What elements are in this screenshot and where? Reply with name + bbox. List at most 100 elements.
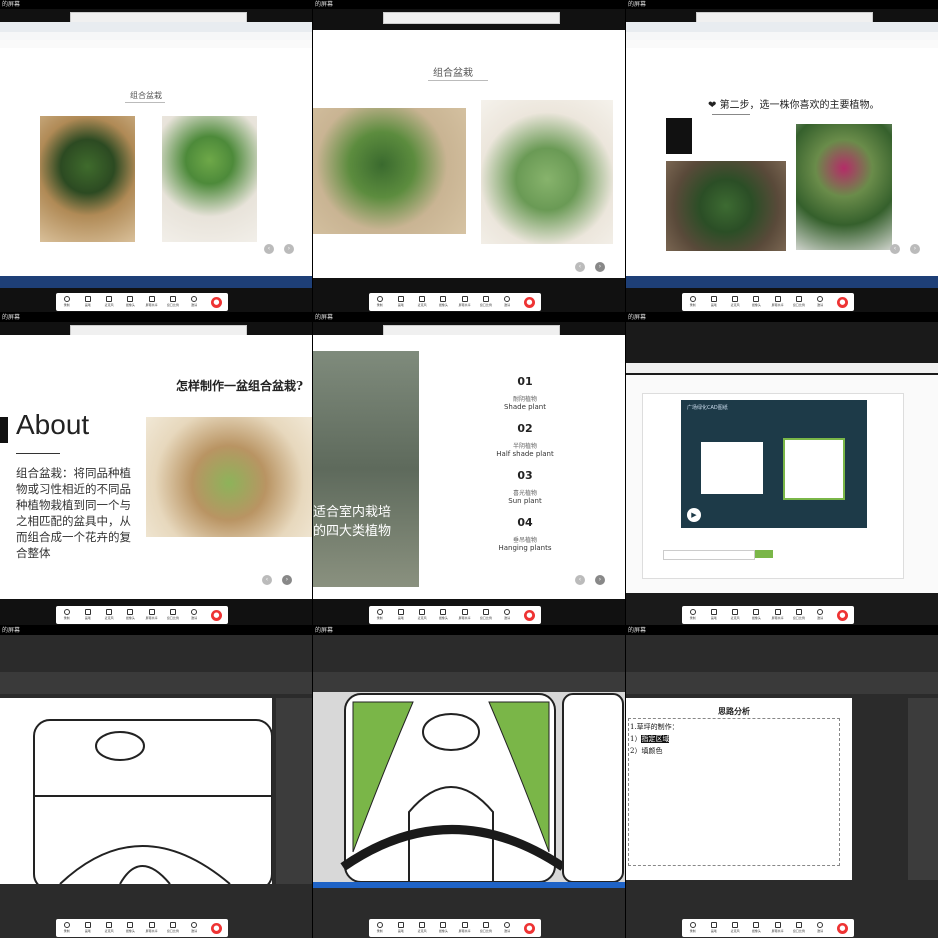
pen-icon[interactable]: 画笔 (83, 609, 92, 621)
slide: 组合盆栽 ‹ › (0, 48, 312, 276)
pen-icon[interactable]: 画笔 (83, 922, 92, 934)
end-call-button[interactable]: ● (523, 296, 535, 308)
swatches-panel[interactable] (908, 698, 938, 880)
record-icon[interactable]: 录制 (62, 296, 71, 308)
play-icon[interactable]: ▶ (687, 508, 701, 522)
camera-icon[interactable]: 摄像头 (126, 609, 135, 621)
end-call-button[interactable]: ● (210, 609, 222, 621)
pen-icon[interactable]: 画笔 (709, 609, 718, 621)
invite-icon[interactable]: 邀请 (816, 296, 825, 308)
browser-tabs[interactable] (0, 22, 312, 32)
mic-icon[interactable]: 麦克风 (105, 296, 114, 308)
next-arrow-icon[interactable]: › (910, 244, 920, 254)
address-bar[interactable] (0, 32, 312, 40)
invite-icon[interactable]: 邀请 (503, 296, 512, 308)
record-icon[interactable]: 录制 (62, 922, 71, 934)
end-call-button[interactable]: ● (836, 922, 848, 934)
invite-icon[interactable]: 邀请 (503, 609, 512, 621)
invite-icon[interactable]: 邀请 (190, 922, 199, 934)
prev-arrow-icon[interactable]: ‹ (575, 575, 585, 585)
next-arrow-icon[interactable]: › (282, 575, 292, 585)
pen-icon[interactable]: 画笔 (709, 296, 718, 308)
screen-share-icon[interactable]: 屏幕共享 (459, 609, 471, 621)
window-ratio-icon[interactable]: 窗口比例 (793, 922, 805, 934)
end-call-button[interactable]: ● (210, 296, 222, 308)
record-icon[interactable]: 录制 (375, 296, 384, 308)
camera-icon[interactable]: 摄像头 (439, 922, 448, 934)
window-ratio-icon[interactable]: 窗口比例 (480, 296, 492, 308)
camera-icon[interactable]: 摄像头 (439, 609, 448, 621)
mic-icon[interactable]: 麦克风 (731, 296, 740, 308)
end-call-button[interactable]: ● (523, 609, 535, 621)
send-button[interactable] (755, 550, 773, 558)
mic-icon[interactable]: 麦克风 (418, 609, 427, 621)
layers-panel[interactable] (276, 698, 312, 884)
camera-icon[interactable]: 摄像头 (126, 922, 135, 934)
pen-icon[interactable]: 画笔 (396, 922, 405, 934)
mic-icon[interactable]: 麦克风 (105, 609, 114, 621)
invite-icon[interactable]: 邀请 (816, 922, 825, 934)
record-icon[interactable]: 录制 (375, 922, 384, 934)
prev-arrow-icon[interactable]: ‹ (264, 244, 274, 254)
invite-icon[interactable]: 邀请 (816, 609, 825, 621)
camera-icon[interactable]: 摄像头 (752, 922, 761, 934)
mic-icon[interactable]: 麦克风 (105, 922, 114, 934)
browser-tabs[interactable] (626, 22, 938, 32)
screen-share-icon[interactable]: 屏幕共享 (772, 922, 784, 934)
end-call-button[interactable]: ● (523, 922, 535, 934)
window-ratio-icon[interactable]: 窗口比例 (793, 296, 805, 308)
browser-tabs[interactable] (626, 363, 938, 373)
photoshop-toolbar[interactable] (313, 672, 625, 692)
record-icon[interactable]: 录制 (688, 296, 697, 308)
screen-share-icon[interactable]: 屏幕共享 (772, 296, 784, 308)
screen-share-icon[interactable]: 屏幕共享 (772, 609, 784, 621)
pen-icon[interactable]: 画笔 (709, 922, 718, 934)
end-call-button[interactable]: ● (836, 609, 848, 621)
record-icon[interactable]: 录制 (375, 609, 384, 621)
pen-icon[interactable]: 画笔 (396, 609, 405, 621)
record-icon[interactable]: 录制 (688, 922, 697, 934)
next-arrow-icon[interactable]: › (595, 262, 605, 272)
window-ratio-icon[interactable]: 窗口比例 (167, 922, 179, 934)
mic-icon[interactable]: 麦克风 (731, 609, 740, 621)
screen-share-icon[interactable]: 屏幕共享 (146, 922, 158, 934)
screen-share-icon[interactable]: 屏幕共享 (146, 296, 158, 308)
mic-icon[interactable]: 麦克风 (418, 296, 427, 308)
invite-icon[interactable]: 邀请 (190, 609, 199, 621)
photoshop-toolbar[interactable] (0, 672, 312, 694)
comment-input[interactable] (663, 550, 755, 560)
address-bar[interactable] (626, 32, 938, 40)
window-ratio-icon[interactable]: 窗口比例 (480, 922, 492, 934)
pen-icon[interactable]: 画笔 (396, 296, 405, 308)
end-call-button[interactable]: ● (210, 922, 222, 934)
next-arrow-icon[interactable]: › (284, 244, 294, 254)
prev-arrow-icon[interactable]: ‹ (890, 244, 900, 254)
screen-share-icon[interactable]: 屏幕共享 (146, 609, 158, 621)
invite-icon[interactable]: 邀请 (503, 922, 512, 934)
record-icon[interactable]: 录制 (688, 609, 697, 621)
next-arrow-icon[interactable]: › (595, 575, 605, 585)
video-player[interactable]: 广场绿化CAD图纸 ▶ (681, 400, 867, 528)
screen-share-icon[interactable]: 屏幕共享 (459, 296, 471, 308)
end-call-button[interactable]: ● (836, 296, 848, 308)
window-ratio-icon[interactable]: 窗口比例 (167, 296, 179, 308)
window-ratio-icon[interactable]: 窗口比例 (480, 609, 492, 621)
prev-arrow-icon[interactable]: ‹ (575, 262, 585, 272)
tile-5: 的屏幕 适合室内栽培 的四大类植物 01 耐阴植物 Shade plant 02… (313, 313, 625, 625)
camera-icon[interactable]: 摄像头 (126, 296, 135, 308)
doc-title: 思路分析 (718, 706, 750, 716)
camera-icon[interactable]: 摄像头 (752, 609, 761, 621)
window-ratio-icon[interactable]: 窗口比例 (167, 609, 179, 621)
screen-share-icon[interactable]: 屏幕共享 (459, 922, 471, 934)
pen-icon[interactable]: 画笔 (83, 296, 92, 308)
mic-icon[interactable]: 麦克风 (418, 922, 427, 934)
camera-icon[interactable]: 摄像头 (752, 296, 761, 308)
mic-icon[interactable]: 麦克风 (731, 922, 740, 934)
meeting-controls: 录制 画笔 麦克风 摄像头 屏幕共享 窗口比例 邀请 ● (682, 919, 854, 937)
photoshop-toolbar[interactable] (626, 672, 938, 694)
camera-icon[interactable]: 摄像头 (439, 296, 448, 308)
prev-arrow-icon[interactable]: ‹ (262, 575, 272, 585)
invite-icon[interactable]: 邀请 (190, 296, 199, 308)
record-icon[interactable]: 录制 (62, 609, 71, 621)
window-ratio-icon[interactable]: 窗口比例 (793, 609, 805, 621)
